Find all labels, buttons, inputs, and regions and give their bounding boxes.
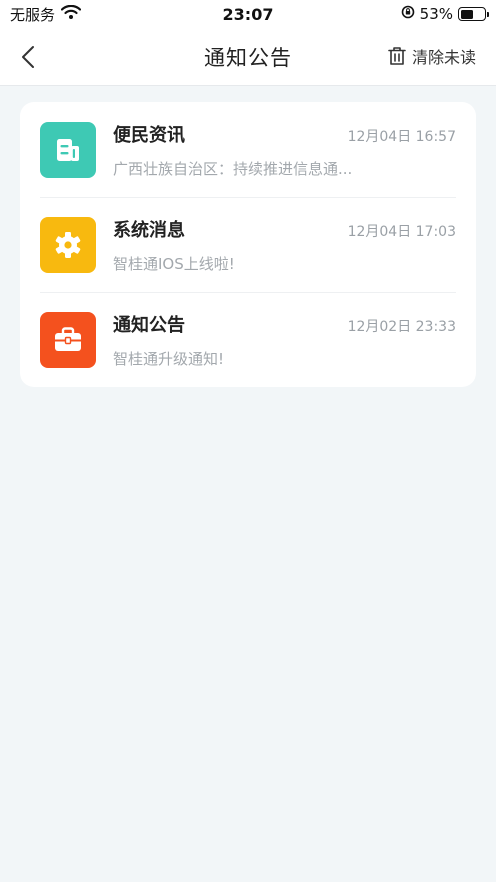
- status-right: 53%: [401, 5, 489, 23]
- back-button[interactable]: [12, 40, 44, 74]
- message-header: 通知公告 12月02日 23:33: [113, 311, 456, 337]
- message-icon-tile: [40, 312, 96, 368]
- message-item-system[interactable]: 系统消息 12月04日 17:03 智桂通IOS上线啦!: [40, 197, 456, 292]
- message-preview: 广西壮族自治区：持续推进信息通...: [113, 159, 353, 178]
- clear-unread-label: 清除未读: [411, 48, 476, 67]
- news-icon: [57, 138, 79, 161]
- message-time: 12月04日 16:57: [347, 128, 456, 145]
- page-title: 通知公告: [204, 45, 292, 70]
- battery-percent: 53%: [419, 5, 453, 23]
- battery-icon: [458, 7, 489, 21]
- status-bar: 无服务 23:07 53%: [0, 0, 496, 28]
- message-title: 系统消息: [113, 220, 185, 241]
- message-list: 便民资讯 12月04日 16:57 广西壮族自治区：持续推进信息通... 系统消…: [20, 102, 476, 387]
- message-body: 通知公告 12月02日 23:33 智桂通升级通知!: [113, 311, 456, 369]
- message-title: 便民资讯: [113, 124, 185, 146]
- battery-fill: [460, 9, 473, 19]
- message-preview: 智桂通升级通知!: [113, 350, 225, 368]
- briefcase-icon: [55, 327, 81, 351]
- trash-icon: [388, 47, 406, 65]
- clear-unread-button[interactable]: 清除未读: [388, 44, 476, 68]
- message-icon-tile: [40, 121, 96, 178]
- message-header: 便民资讯 12月04日 16:57: [113, 121, 456, 147]
- message-item-news[interactable]: 便民资讯 12月04日 16:57 广西壮族自治区：持续推进信息通...: [40, 102, 456, 197]
- message-item-notice[interactable]: 通知公告 12月02日 23:33 智桂通升级通知!: [40, 292, 456, 387]
- message-icon-tile: [40, 217, 96, 273]
- message-preview: 智桂通IOS上线啦!: [113, 255, 235, 273]
- nav-bar: 通知公告 清除未读: [0, 28, 496, 86]
- message-body: 系统消息 12月04日 17:03 智桂通IOS上线啦!: [113, 216, 456, 274]
- carrier-label: 无服务: [10, 5, 56, 24]
- message-time: 12月04日 17:03: [347, 224, 456, 240]
- message-title: 通知公告: [113, 315, 185, 336]
- chevron-left-icon: [22, 46, 34, 68]
- gear-icon: [55, 232, 81, 258]
- message-body: 便民资讯 12月04日 16:57 广西壮族自治区：持续推进信息通...: [113, 121, 456, 179]
- status-left: 无服务: [10, 4, 82, 25]
- orientation-lock-icon: [401, 5, 415, 23]
- message-header: 系统消息 12月04日 17:03: [113, 216, 456, 242]
- message-time: 12月02日 23:33: [347, 319, 456, 335]
- wifi-icon: [60, 4, 82, 23]
